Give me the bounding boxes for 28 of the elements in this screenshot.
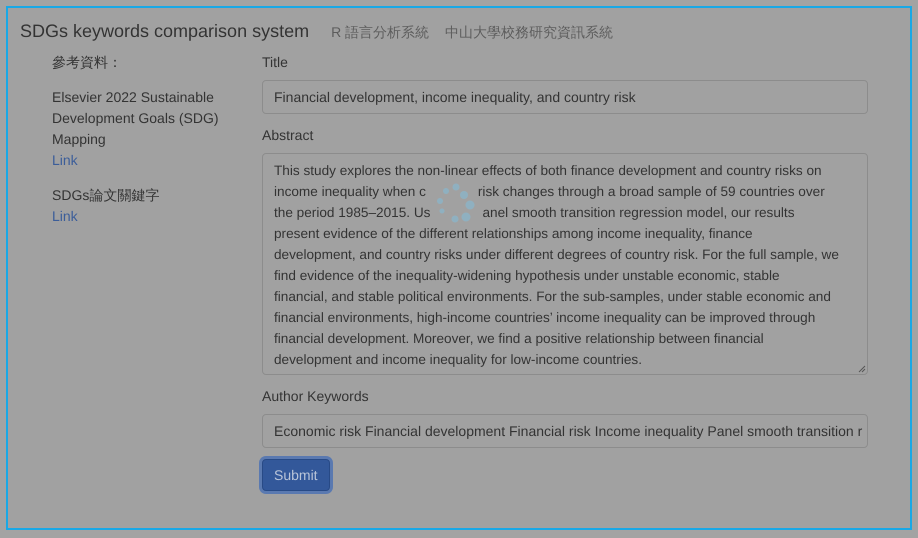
text-field[interactable]: Financial development, income inequality, and country risk bbox=[262, 80, 868, 114]
app-title: SDGs keywords comparison system bbox=[20, 21, 310, 42]
abstract-text: the period 1985–2015. Us bbox=[274, 205, 430, 220]
abstract-text: income inequality when c bbox=[274, 184, 426, 199]
field-label: Abstract bbox=[262, 126, 314, 145]
abstract-text: risk changes through a broad sample of 59 countries over bbox=[478, 184, 825, 199]
abstract-text: This study explores the non-linear effects of both finance development and country risks on bbox=[274, 163, 822, 178]
nav-link[interactable]: R 語言分析系統 bbox=[331, 24, 430, 42]
abstract-text: find evidence of the inequality-widening hypothesis under unstable economic, stable bbox=[274, 268, 780, 283]
abstract-text: financial, and stable political environments. For the sub-samples, under stable economic and bbox=[274, 289, 831, 304]
field-label: Title bbox=[262, 53, 288, 72]
abstract-text: anel smooth transition regression model, our results bbox=[482, 205, 795, 220]
abstract-text: development, and country risks under different degrees of country risk. For the full sample, we bbox=[274, 247, 839, 262]
field-label: Author Keywords bbox=[262, 387, 369, 406]
textarea-field[interactable] bbox=[262, 153, 868, 375]
reference-text: Elsevier 2022 Sustainable Development Goals (SDG) Mapping bbox=[52, 88, 220, 149]
reference-link[interactable]: Link bbox=[52, 206, 78, 227]
reference-link[interactable]: Link bbox=[52, 150, 78, 171]
abstract-text: financial environments, high-income countries’ income inequality can be improved through bbox=[274, 310, 816, 325]
nav-link[interactable]: 中山大學校務研究資訊系統 bbox=[445, 24, 614, 42]
abstract-text: present evidence of the different relationships among income inequality, finance bbox=[274, 226, 753, 241]
abstract-text: development and income inequality for low-income countries. bbox=[274, 352, 642, 367]
text-field[interactable]: Economic risk Financial development Financial risk Income inequality Panel smooth transition r bbox=[262, 414, 868, 448]
abstract-text: financial development. Moreover, we find a positive relationship between financial bbox=[274, 331, 764, 346]
sidebar-heading: 參考資料： bbox=[52, 53, 122, 72]
reference-text: SDGs論文關鍵字 bbox=[52, 186, 160, 205]
resize-grip-icon[interactable] bbox=[858, 365, 866, 373]
submit-button[interactable]: Submit bbox=[262, 459, 330, 491]
